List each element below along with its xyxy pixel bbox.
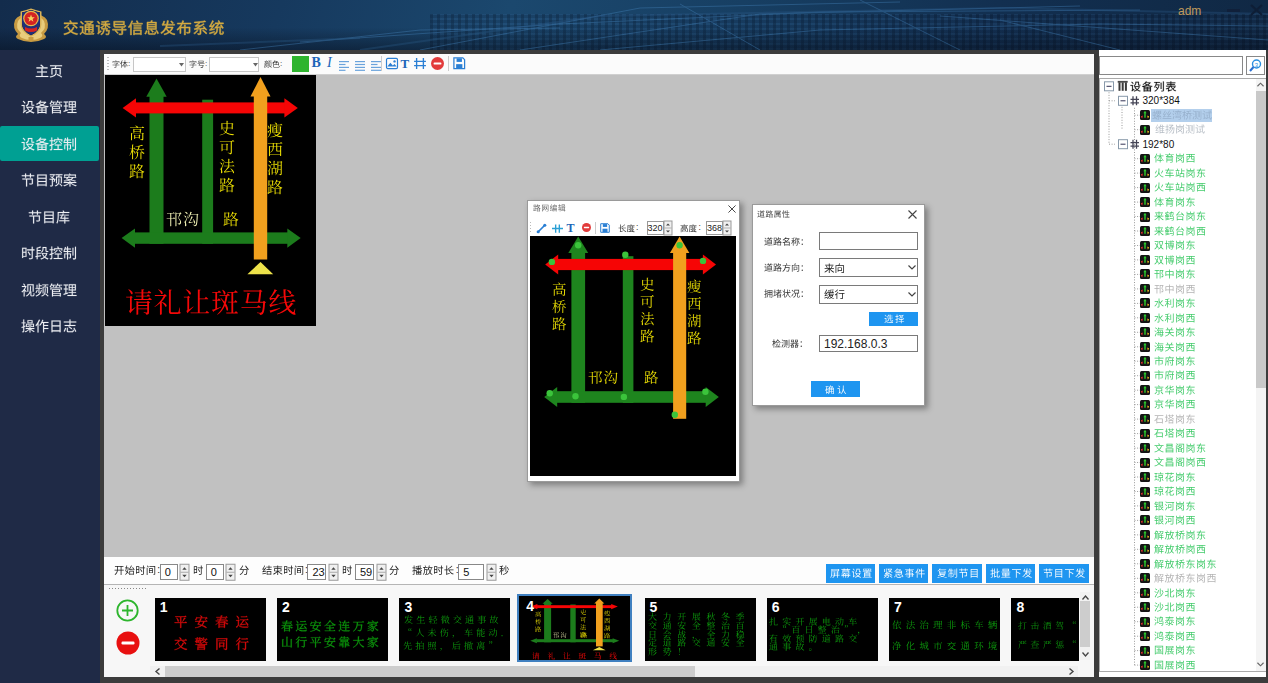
svg-text:3: 3 <box>1255 62 1259 68</box>
